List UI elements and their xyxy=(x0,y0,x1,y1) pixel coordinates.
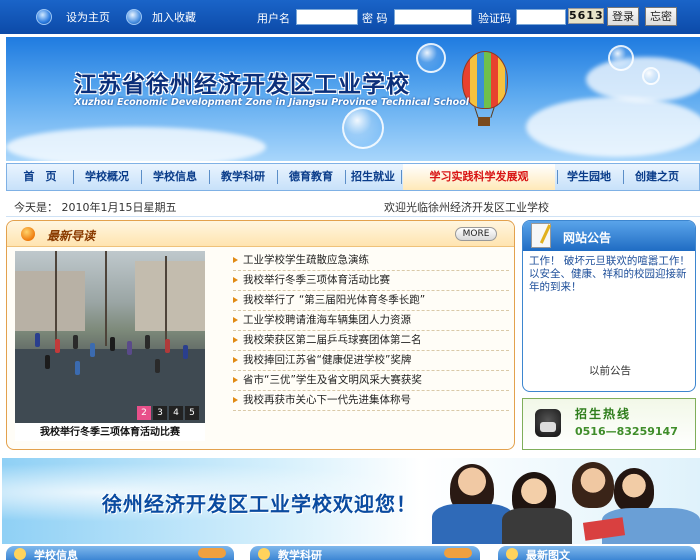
arrow-icon xyxy=(233,297,238,303)
arrow-icon xyxy=(233,377,238,383)
bubble xyxy=(416,43,446,73)
slider-page-2[interactable]: 2 xyxy=(137,406,151,420)
nav-school-overview[interactable]: 学校概况 xyxy=(77,164,137,190)
list-item[interactable]: 省市“三优”学生及省文明风采大赛获奖 xyxy=(233,371,509,391)
top-bar: 设为主页 加入收藏 用户名 密 码 验证码 5613 登录 忘密 xyxy=(0,0,700,34)
welcome-banner-text: 徐州经济开发区工业学校欢迎您！ xyxy=(102,492,417,516)
student-photo xyxy=(572,462,614,508)
site-notice-body: 工作！ 破坏元旦联欢的喧嚣工作！ 以安全、健康、祥和的校园迎接新年的到来！ xyxy=(529,255,690,293)
hotline-number: 0516—83259147 xyxy=(575,425,678,438)
slider-page-5[interactable]: 5 xyxy=(185,406,199,420)
news-more-button[interactable]: MORE xyxy=(455,227,497,241)
arrow-icon xyxy=(233,317,238,323)
captcha-input[interactable] xyxy=(516,9,566,25)
news-photo[interactable] xyxy=(15,251,205,423)
list-item[interactable]: 工业学校聘请淮海车辆集团人力资源 xyxy=(233,311,509,331)
more-button[interactable] xyxy=(444,548,472,558)
teaching-research-tab[interactable]: 教学科研 xyxy=(250,546,480,560)
balloon-basket xyxy=(478,117,490,126)
captcha-code: 5613 xyxy=(568,8,604,24)
arrow-icon xyxy=(233,397,238,403)
add-favorite-link[interactable]: 加入收藏 xyxy=(152,9,196,25)
student-photo xyxy=(614,468,654,512)
news-icon xyxy=(21,227,35,241)
section-icon xyxy=(506,548,518,560)
cloud xyxy=(526,97,700,157)
arrow-icon xyxy=(233,257,238,263)
arrow-icon xyxy=(233,357,238,363)
section-icon xyxy=(14,548,26,560)
nav-teaching-research[interactable]: 教学科研 xyxy=(213,164,273,190)
school-subtitle: Xuzhou Economic Development Zone in Jian… xyxy=(74,97,469,108)
more-button[interactable] xyxy=(198,548,226,558)
past-notices-link[interactable]: 以前公告 xyxy=(589,363,631,378)
password-label: 密 码 xyxy=(362,12,388,25)
list-item[interactable]: 我校再获市关心下一代先进集体称号 xyxy=(233,391,509,411)
slider-page-4[interactable]: 4 xyxy=(169,406,183,420)
list-item[interactable]: 我校荣获区第二届乒乓球赛团体第二名 xyxy=(233,331,509,351)
latest-news-title: 最新导读 xyxy=(47,229,96,243)
notice-document-icon xyxy=(531,223,552,248)
welcome-banner: 徐州经济开发区工业学校欢迎您！ xyxy=(2,458,700,544)
nav-enrollment[interactable]: 招生就业 xyxy=(347,164,399,190)
current-date: 今天是： 2010年1月15日星期五 xyxy=(14,201,177,214)
school-info-tab[interactable]: 学校信息 xyxy=(6,546,234,560)
nav-moral-education[interactable]: 德育教育 xyxy=(281,164,341,190)
latest-news-header: 最新导读 MORE xyxy=(7,221,514,247)
telephone-icon xyxy=(535,409,561,437)
nav-scientific-development[interactable]: 学习实践科学发展观 xyxy=(403,164,555,190)
section-icon xyxy=(258,548,270,560)
favorite-globe-icon xyxy=(126,9,142,25)
date-row: 今天是： 2010年1月15日星期五 欢迎光临徐州经济开发区工业学校 xyxy=(6,193,700,217)
arrow-icon xyxy=(233,337,238,343)
latest-news-panel: 最新导读 MORE 2 3 4 5 我校举行冬季三项体育活动比赛 工业学校学生疏… xyxy=(6,220,515,450)
list-item[interactable]: 我校捧回江苏省“健康促进学校”奖牌 xyxy=(233,351,509,371)
cloud xyxy=(6,127,266,161)
username-input[interactable] xyxy=(296,9,358,25)
bubble xyxy=(342,107,384,149)
news-photo-slider: 2 3 4 5 我校举行冬季三项体育活动比赛 xyxy=(15,251,205,441)
forgot-password-button[interactable]: 忘密 xyxy=(645,7,677,26)
arrow-icon xyxy=(233,277,238,283)
nav-school-info[interactable]: 学校信息 xyxy=(145,164,205,190)
password-input[interactable] xyxy=(394,9,472,25)
news-list: 工业学校学生疏散应急演练 我校举行冬季三项体育活动比赛 我校举行了 “第三届阳光… xyxy=(233,251,509,411)
captcha-label: 验证码 xyxy=(478,12,511,25)
welcome-marquee: 欢迎光临徐州经济开发区工业学校 xyxy=(384,201,549,214)
latest-graphics-tab[interactable]: 最新图文 xyxy=(498,546,696,560)
site-notice-title: 网站公告 xyxy=(563,231,612,245)
site-notice-header: 网站公告 xyxy=(523,221,695,251)
login-button[interactable]: 登录 xyxy=(607,7,639,26)
nav-home[interactable]: 首 页 xyxy=(11,164,69,190)
hotline-title: 招生热线 xyxy=(575,407,632,421)
main-nav: 首 页 学校概况 学校信息 教学科研 德育教育 招生就业 学习实践科学发展观 学… xyxy=(6,163,700,191)
set-home-link[interactable]: 设为主页 xyxy=(66,9,110,25)
bubble xyxy=(608,45,634,71)
nav-student-garden[interactable]: 学生园地 xyxy=(559,164,619,190)
home-globe-icon xyxy=(36,9,52,25)
enrollment-hotline: 招生热线 0516—83259147 xyxy=(522,398,696,450)
school-title: 江苏省徐州经济开发区工业学校 xyxy=(74,71,410,98)
list-item[interactable]: 工业学校学生疏散应急演练 xyxy=(233,251,509,271)
header-banner: 江苏省徐州经济开发区工业学校 Xuzhou Economic Developme… xyxy=(6,37,700,161)
list-item[interactable]: 我校举行了 “第三届阳光体育冬季长跑” xyxy=(233,291,509,311)
bubble xyxy=(642,67,660,85)
nav-creation-page[interactable]: 创建之页 xyxy=(627,164,687,190)
list-item[interactable]: 我校举行冬季三项体育活动比赛 xyxy=(233,271,509,291)
slider-page-3[interactable]: 3 xyxy=(153,406,167,420)
username-label: 用户名 xyxy=(257,12,290,25)
site-notice-panel: 网站公告 工作！ 破坏元旦联欢的喧嚣工作！ 以安全、健康、祥和的校园迎接新年的到… xyxy=(522,220,696,392)
news-photo-caption[interactable]: 我校举行冬季三项体育活动比赛 xyxy=(15,425,205,441)
